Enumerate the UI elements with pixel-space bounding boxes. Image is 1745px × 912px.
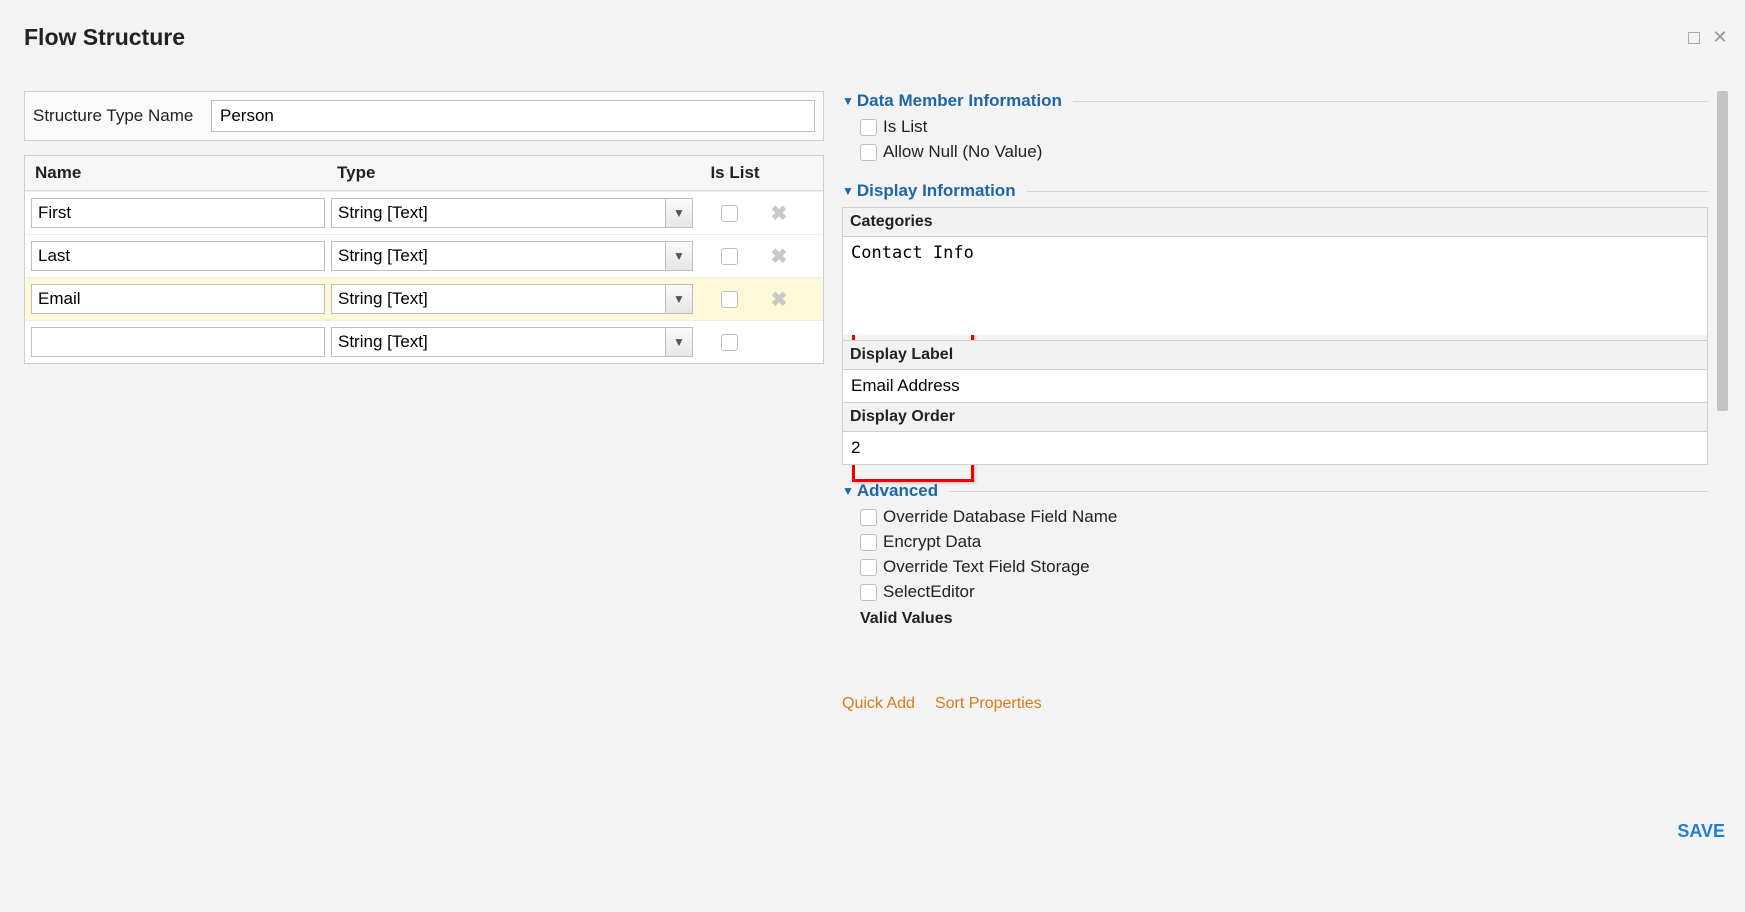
allow-null-checkbox[interactable] (860, 144, 877, 161)
chevron-down-icon: ▼ (842, 484, 854, 498)
member-type-input[interactable] (331, 284, 665, 314)
section-data-member-label: Data Member Information (857, 91, 1062, 111)
is-list-checkbox[interactable] (721, 334, 738, 351)
structure-type-label: Structure Type Name (33, 106, 211, 126)
table-row[interactable]: ▼ ✖ (25, 234, 823, 277)
member-type-input[interactable] (331, 241, 665, 271)
override-db-checkbox[interactable] (860, 509, 877, 526)
chevron-down-icon[interactable]: ▼ (665, 327, 693, 357)
section-advanced[interactable]: ▼ Advanced (842, 481, 1708, 501)
dialog-title: Flow Structure (24, 24, 185, 51)
is-list-checkbox[interactable] (860, 119, 877, 136)
override-text-checkbox[interactable] (860, 559, 877, 576)
right-panel-links: Quick Add Sort Properties (842, 695, 1730, 713)
encrypt-data-label: Encrypt Data (883, 532, 981, 552)
chevron-down-icon: ▼ (842, 184, 854, 198)
chevron-down-icon[interactable]: ▼ (665, 198, 693, 228)
select-editor-label: SelectEditor (883, 582, 975, 602)
quick-add-link[interactable]: Quick Add (842, 695, 915, 713)
is-list-checkbox[interactable] (721, 291, 738, 308)
section-display-info-label: Display Information (857, 181, 1016, 201)
member-name-input[interactable] (31, 284, 325, 314)
display-order-input[interactable] (843, 432, 1707, 464)
encrypt-data-checkbox[interactable] (860, 534, 877, 551)
maximize-icon[interactable] (1684, 28, 1704, 48)
select-editor-checkbox[interactable] (860, 584, 877, 601)
override-text-label: Override Text Field Storage (883, 557, 1090, 577)
col-header-type: Type (337, 163, 705, 183)
section-data-member[interactable]: ▼ Data Member Information (842, 91, 1708, 111)
display-label-label: Display Label (842, 341, 1708, 370)
close-icon[interactable]: ✕ (1710, 28, 1730, 48)
sort-properties-link[interactable]: Sort Properties (935, 695, 1042, 713)
override-db-label: Override Database Field Name (883, 507, 1117, 527)
chevron-down-icon[interactable]: ▼ (665, 241, 693, 271)
window-controls: ✕ (1684, 28, 1730, 48)
display-order-label: Display Order (842, 403, 1708, 432)
structure-type-input[interactable] (211, 100, 815, 132)
is-list-checkbox[interactable] (721, 248, 738, 265)
right-column: ▼ Data Member Information Is List Allow … (842, 91, 1730, 731)
delete-row-icon[interactable]: ✖ (771, 244, 788, 269)
table-row[interactable]: ▼ ✖ (25, 191, 823, 234)
flow-structure-dialog: Flow Structure ✕ Structure Type Name Nam… (24, 24, 1730, 807)
delete-row-icon[interactable]: ✖ (771, 201, 788, 226)
properties-scrollbar[interactable] (1715, 91, 1730, 671)
is-list-checkbox[interactable] (721, 205, 738, 222)
col-header-name: Name (35, 163, 337, 183)
allow-null-label: Allow Null (No Value) (883, 142, 1042, 162)
section-display-info[interactable]: ▼ Display Information (842, 181, 1708, 201)
member-type-input[interactable] (331, 198, 665, 228)
is-list-label: Is List (883, 117, 927, 137)
structure-type-row: Structure Type Name (24, 91, 824, 141)
member-name-input[interactable] (31, 327, 325, 357)
section-advanced-label: Advanced (857, 481, 938, 501)
left-column: Structure Type Name Name Type Is List (24, 91, 824, 731)
chevron-down-icon[interactable]: ▼ (665, 284, 693, 314)
member-type-input[interactable] (331, 327, 665, 357)
display-label-input[interactable] (843, 370, 1707, 402)
categories-input[interactable] (843, 237, 1707, 335)
table-row[interactable]: ▼ (25, 320, 823, 363)
members-grid: Name Type Is List ▼ ✖ (24, 155, 824, 364)
member-name-input[interactable] (31, 241, 325, 271)
col-header-islist: Is List (705, 163, 765, 183)
member-name-input[interactable] (31, 198, 325, 228)
save-button[interactable]: SAVE (1677, 821, 1725, 842)
table-row[interactable]: ▼ ✖ (25, 277, 823, 320)
chevron-down-icon: ▼ (842, 94, 854, 108)
categories-label: Categories (842, 207, 1708, 237)
delete-row-icon[interactable]: ✖ (771, 287, 788, 312)
valid-values-label: Valid Values (860, 610, 1708, 628)
